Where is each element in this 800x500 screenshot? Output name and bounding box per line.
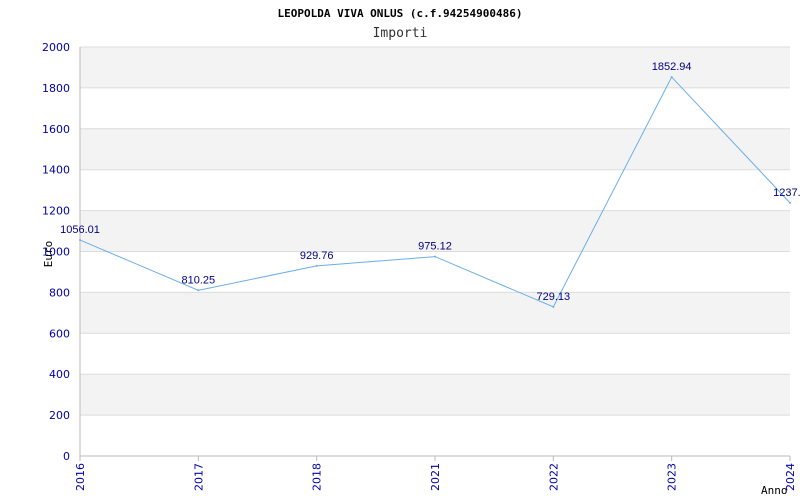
y-tick-label: 1400 — [42, 164, 70, 177]
chart-subtitle: Importi — [373, 26, 428, 41]
data-point — [670, 76, 673, 79]
x-tick-label: 2022 — [547, 463, 560, 491]
x-tick-label: 2017 — [192, 463, 205, 491]
data-label: 1852.94 — [652, 61, 692, 73]
data-point — [79, 239, 81, 242]
y-tick-label: 600 — [49, 327, 70, 340]
grid-band — [80, 169, 790, 211]
x-tick-labels: 2016 2017 2018 2021 2022 2023 2024 — [74, 463, 797, 491]
grid-band — [80, 374, 790, 416]
y-tick-label: 0 — [63, 450, 70, 463]
grid-band — [80, 415, 790, 456]
data-point — [434, 255, 436, 258]
data-label: 810.25 — [182, 274, 216, 286]
x-tick-label: 2018 — [311, 463, 324, 491]
y-tick-label: 200 — [49, 409, 70, 422]
y-tick-label: 1200 — [42, 205, 70, 218]
data-point — [197, 289, 200, 292]
data-label: 975.12 — [418, 241, 452, 253]
grid-band — [80, 128, 790, 170]
y-axis-label: Euro — [42, 241, 55, 268]
data-point — [552, 305, 555, 308]
data-point — [789, 201, 791, 204]
y-tick-label: 800 — [49, 286, 70, 299]
data-label: 929.76 — [300, 250, 334, 262]
x-axis-label: Anno — [761, 484, 788, 497]
line-chart: 0200400600800100012001400160018002000 20… — [42, 7, 800, 497]
data-label: 729.13 — [537, 291, 571, 303]
grid-band — [80, 333, 790, 375]
y-tick-label: 1800 — [42, 82, 70, 95]
data-point — [315, 264, 318, 267]
grid-band — [80, 292, 790, 334]
data-label: 1237.9 — [773, 187, 800, 199]
chart-title: LEOPOLDA VIVA ONLUS (c.f.94254900486) — [277, 7, 522, 20]
x-tick-label: 2016 — [74, 463, 87, 491]
y-tick-label: 2000 — [42, 41, 70, 54]
grid-band — [80, 87, 790, 129]
x-tick-label: 2023 — [666, 463, 679, 491]
x-tick-label: 2021 — [429, 463, 442, 491]
y-tick-label: 1600 — [42, 123, 70, 136]
data-label: 1056.01 — [60, 224, 100, 236]
y-tick-label: 400 — [49, 368, 70, 381]
